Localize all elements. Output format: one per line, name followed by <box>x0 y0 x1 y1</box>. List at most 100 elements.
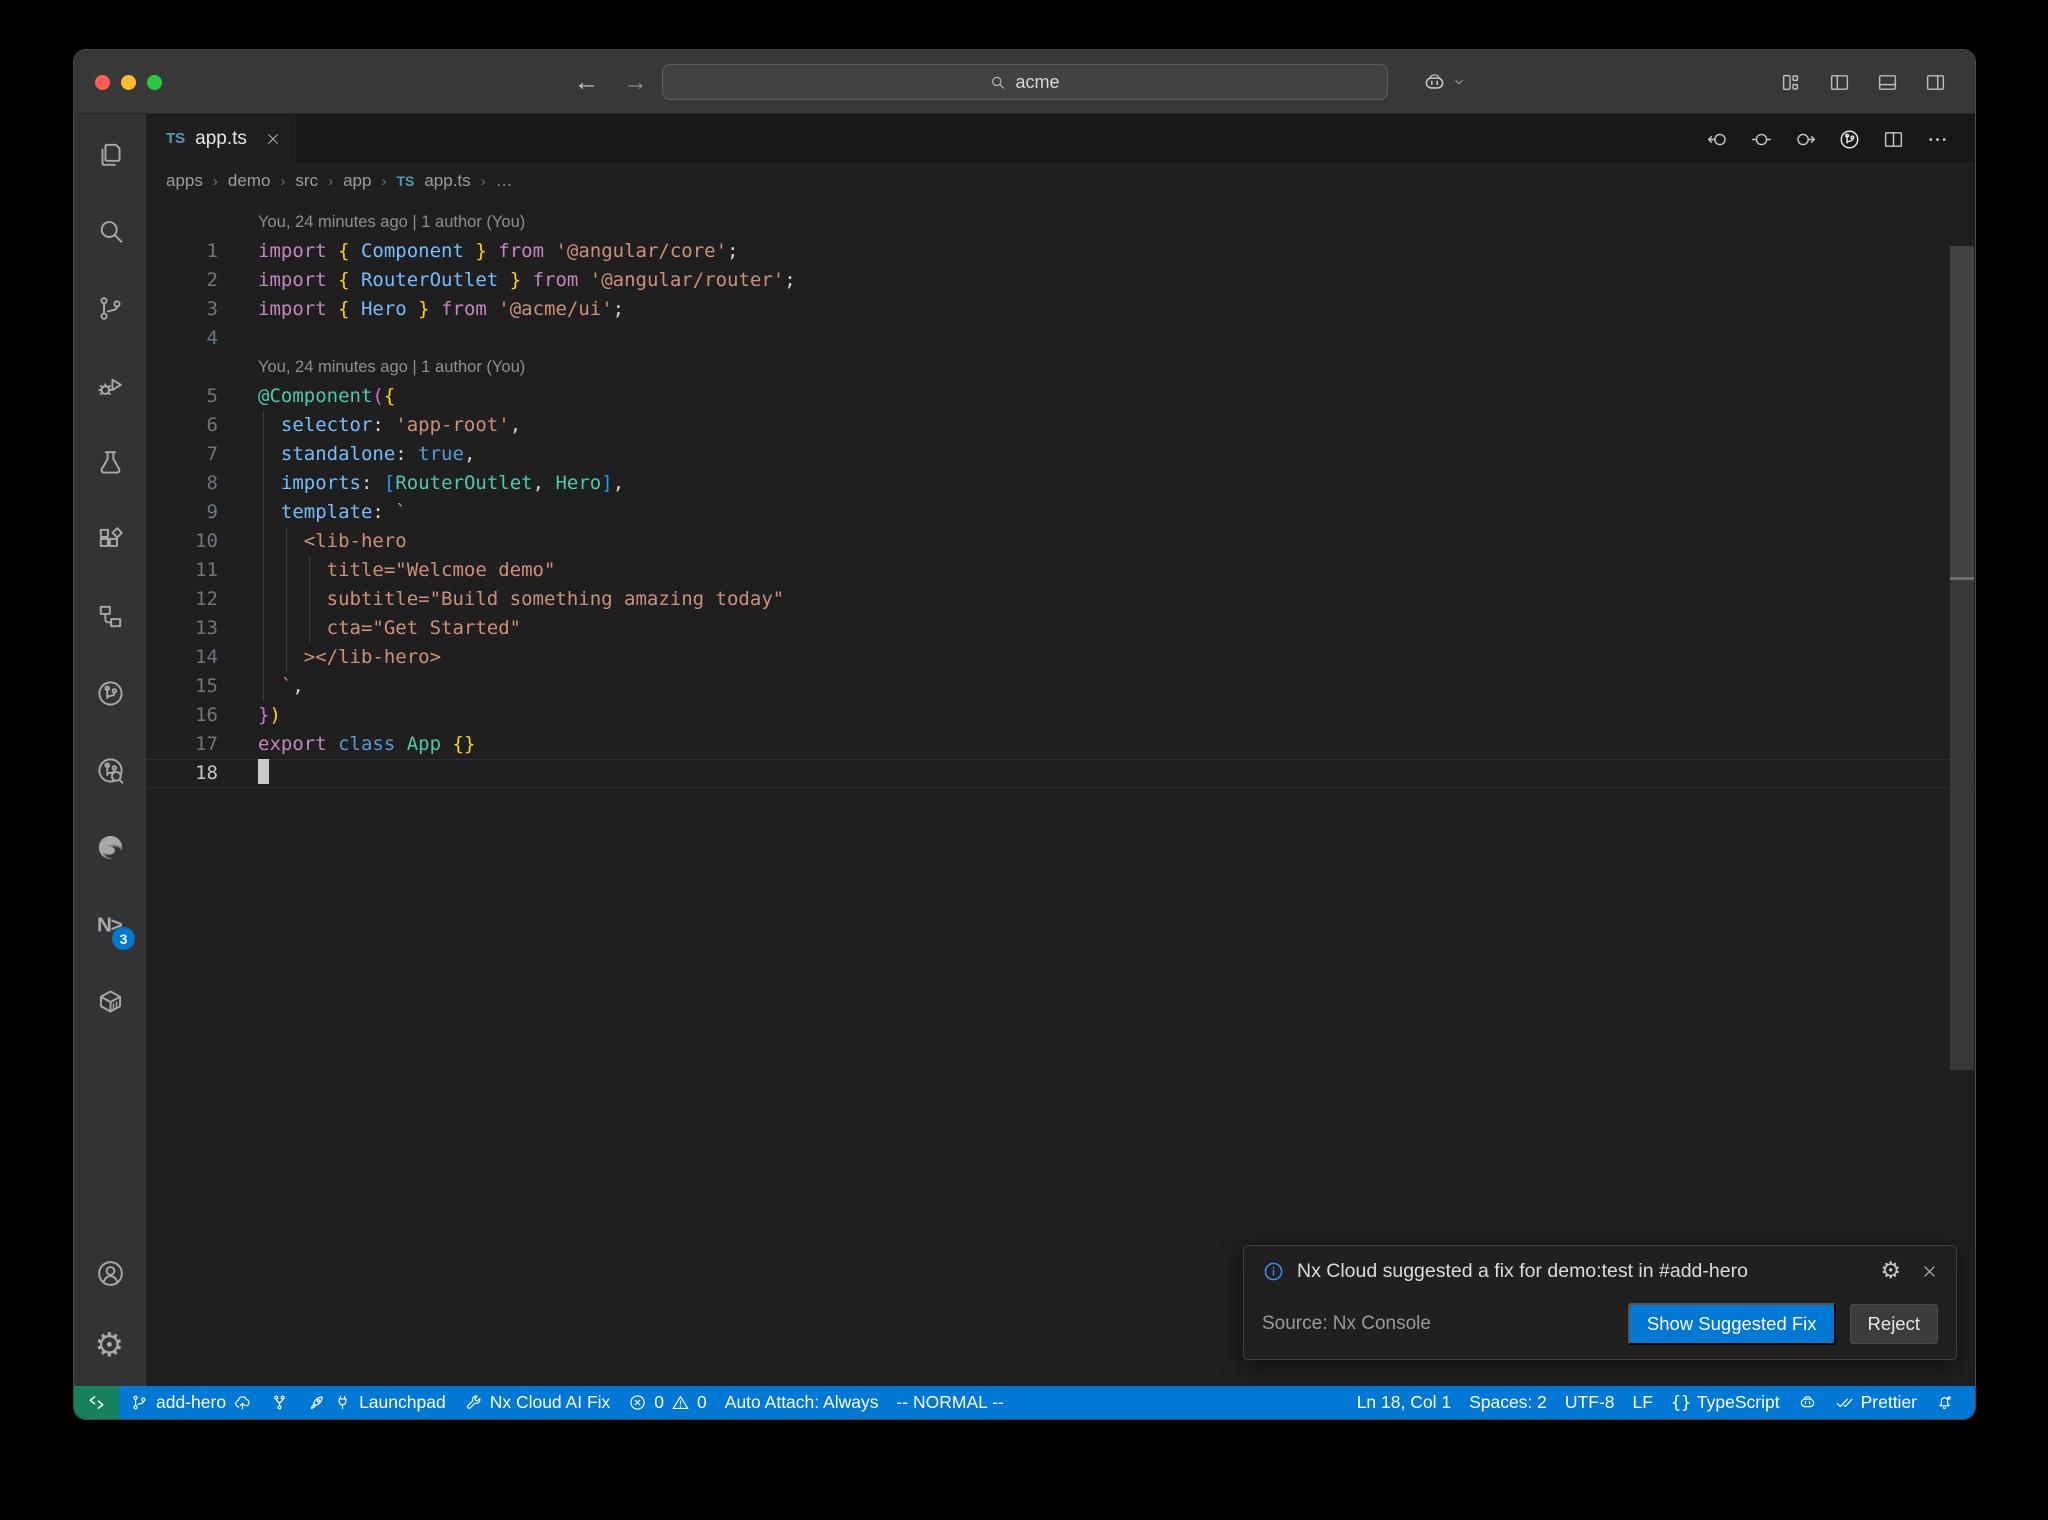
encoding-item[interactable]: UTF-8 <box>1556 1386 1624 1419</box>
code-text[interactable]: title="Welcmoe demo" <box>218 556 556 585</box>
code-line[interactable]: 16}) <box>146 701 1975 730</box>
activity-item-source-control[interactable] <box>74 270 146 347</box>
activity-item-run-and-debug[interactable] <box>74 347 146 424</box>
code-line[interactable]: 1 import { Component } from '@angular/cor… <box>146 237 1975 266</box>
code-line[interactable]: 11 title="Welcmoe demo" <box>146 556 1975 585</box>
notification-settings-gear-icon[interactable]: ⚙ <box>1880 1260 1901 1283</box>
activity-item-containers[interactable] <box>74 963 146 1040</box>
line-number[interactable]: 8 <box>146 469 218 498</box>
code-text[interactable]: }) <box>218 701 281 730</box>
code-text[interactable]: cta="Get Started" <box>218 614 521 643</box>
line-number[interactable]: 9 <box>146 498 218 527</box>
close-icon[interactable] <box>1921 1263 1938 1280</box>
go-back-button[interactable] <box>1706 128 1729 151</box>
cursor-position-item[interactable]: Ln 18, Col 1 <box>1348 1386 1460 1419</box>
activity-item-project-details[interactable] <box>74 578 146 655</box>
nx-run-button[interactable] <box>1838 128 1861 151</box>
code-line[interactable]: 3 import { Hero } from '@acme/ui'; <box>146 295 1975 324</box>
code-text[interactable]: selector: 'app-root', <box>218 411 521 440</box>
show-suggested-fix-button[interactable]: Show Suggested Fix <box>1627 1303 1836 1345</box>
nav-back-button[interactable]: ← <box>574 68 599 97</box>
breadcrumb-file[interactable]: app.ts <box>424 171 470 191</box>
breadcrumb-item[interactable]: src <box>295 171 318 191</box>
breadcrumb-item[interactable]: apps <box>166 171 203 191</box>
breadcrumb-overflow[interactable]: … <box>496 171 513 191</box>
code-line[interactable]: 10 <lib-hero <box>146 527 1975 556</box>
macos-minimize-button[interactable] <box>121 75 136 90</box>
editor-scrollbar[interactable] <box>1950 246 1974 1070</box>
code-line[interactable]: 7 standalone: true, <box>146 440 1975 469</box>
code-text[interactable]: `, <box>218 672 304 701</box>
code-line[interactable]: 4 <box>146 324 1975 353</box>
code-line[interactable]: 12 subtitle="Build something amazing tod… <box>146 585 1975 614</box>
code-text[interactable]: @Component({ <box>218 382 395 411</box>
nav-forward-button[interactable]: → <box>623 68 648 97</box>
close-icon[interactable] <box>265 131 281 147</box>
line-number[interactable]: 3 <box>146 295 218 324</box>
code-text[interactable]: import { Component } from '@angular/core… <box>218 237 739 266</box>
code-text[interactable]: export class App {} <box>218 730 475 759</box>
code-line[interactable]: 17 export class App {} <box>146 730 1975 759</box>
code-text[interactable]: import { RouterOutlet } from '@angular/r… <box>218 266 796 295</box>
activity-item-explorer[interactable] <box>74 116 146 193</box>
line-number[interactable]: 1 <box>146 237 218 266</box>
code-line[interactable]: 13 cta="Get Started" <box>146 614 1975 643</box>
toggle-panel-button[interactable] <box>1876 71 1899 94</box>
codelens-label[interactable]: You, 24 minutes ago | 1 author (You) <box>258 208 525 237</box>
code-text[interactable]: template: ` <box>218 498 407 527</box>
nx-project-graph-item[interactable] <box>261 1386 298 1419</box>
code-line[interactable]: 6 selector: 'app-root', <box>146 411 1975 440</box>
scrollbar-thumb[interactable] <box>1950 246 1974 577</box>
line-number[interactable]: 13 <box>146 614 218 643</box>
activity-item-search[interactable] <box>74 193 146 270</box>
indentation-item[interactable]: Spaces: 2 <box>1460 1386 1556 1419</box>
line-number[interactable]: 15 <box>146 672 218 701</box>
code-line[interactable]: 2 import { RouterOutlet } from '@angular/… <box>146 266 1975 295</box>
activity-item-nx-console[interactable]: N> 3 <box>74 886 146 963</box>
notifications-item[interactable] <box>1926 1386 1963 1419</box>
copilot-status-item[interactable] <box>1789 1386 1826 1419</box>
code-text[interactable]: <lib-hero <box>218 527 407 556</box>
code-line[interactable]: 8 imports: [RouterOutlet, Hero], <box>146 469 1975 498</box>
language-mode-item[interactable]: {} TypeScript <box>1662 1386 1789 1419</box>
line-number[interactable]: 6 <box>146 411 218 440</box>
eol-item[interactable]: LF <box>1623 1386 1661 1419</box>
activity-item-testing[interactable] <box>74 424 146 501</box>
breadcrumb-item[interactable]: app <box>343 171 371 191</box>
auto-attach-item[interactable]: Auto Attach: Always <box>716 1386 888 1419</box>
code-text[interactable]: subtitle="Build something amazing today" <box>218 585 785 614</box>
formatter-item[interactable]: Prettier <box>1826 1386 1926 1419</box>
code-line[interactable]: 9 template: ` <box>146 498 1975 527</box>
problems-item[interactable]: 00 <box>619 1386 715 1419</box>
toggle-secondary-sidebar-button[interactable] <box>1924 71 1947 94</box>
breadcrumb-item[interactable]: demo <box>228 171 271 191</box>
code-text[interactable]: ></lib-hero> <box>218 643 441 672</box>
current-position-button[interactable] <box>1750 128 1773 151</box>
code-line[interactable]: 18 <box>146 759 1975 788</box>
activity-item-nx-cloud[interactable] <box>74 655 146 732</box>
activity-item-edge-devtools[interactable] <box>74 809 146 886</box>
codelens-label[interactable]: You, 24 minutes ago | 1 author (You) <box>258 353 525 382</box>
activity-item-accounts[interactable] <box>74 1238 146 1308</box>
tab-app-ts[interactable]: TS app.ts <box>146 113 296 164</box>
activity-item-extensions[interactable] <box>74 501 146 578</box>
line-number[interactable]: 17 <box>146 730 218 759</box>
code-line[interactable]: 15 `, <box>146 672 1975 701</box>
line-number[interactable]: 14 <box>146 643 218 672</box>
copilot-menu[interactable] <box>1422 50 1466 114</box>
remote-indicator[interactable] <box>74 1386 119 1419</box>
line-number[interactable]: 12 <box>146 585 218 614</box>
line-number[interactable]: 5 <box>146 382 218 411</box>
code-line[interactable]: 5 @Component({ <box>146 382 1975 411</box>
line-number[interactable]: 11 <box>146 556 218 585</box>
scrollbar-thumb[interactable] <box>1950 580 1974 1070</box>
nx-cloud-ai-fix-item[interactable]: Nx Cloud AI Fix <box>455 1386 620 1419</box>
activity-item-nx-graph[interactable] <box>74 732 146 809</box>
reject-button[interactable]: Reject <box>1849 1304 1938 1344</box>
line-number[interactable]: 7 <box>146 440 218 469</box>
git-branch-item[interactable]: add-hero <box>121 1386 261 1419</box>
macos-zoom-button[interactable] <box>147 75 162 90</box>
vim-mode-item[interactable]: -- NORMAL -- <box>887 1386 1012 1419</box>
split-editor-button[interactable] <box>1882 128 1905 151</box>
line-number[interactable]: 2 <box>146 266 218 295</box>
